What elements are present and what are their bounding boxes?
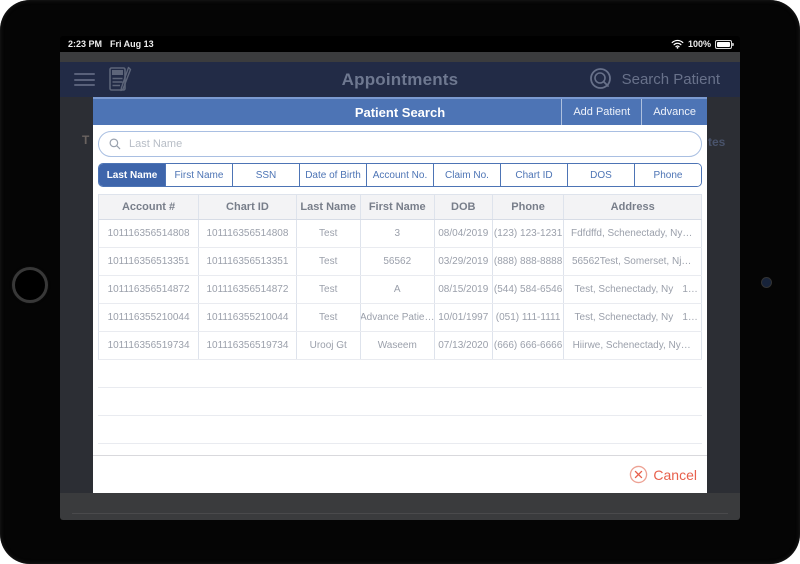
search-field[interactable]	[98, 131, 702, 157]
cell-first-name: Advance Patie…	[361, 304, 435, 331]
table-row[interactable]: 101116356513351 101116356513351 Test 565…	[98, 248, 702, 276]
dimmed-bottom-strip	[60, 493, 740, 520]
screen: 2:23 PM Fri Aug 13 100% Appointments Sea…	[60, 36, 740, 520]
ipad-frame: 2:23 PM Fri Aug 13 100% Appointments Sea…	[0, 0, 800, 564]
table-row[interactable]: 101116356519734 101116356519734 Urooj Gt…	[98, 332, 702, 360]
cell-chart-id: 101116356513351	[199, 248, 297, 275]
column-header: Phone	[493, 195, 565, 219]
patient-search-modal: Patient Search Add Patient Advance Last …	[93, 97, 707, 493]
column-header: Address	[564, 195, 702, 219]
dimmed-top-strip	[60, 52, 740, 62]
front-camera	[12, 267, 48, 303]
cell-dob: 08/04/2019	[435, 220, 493, 247]
battery-percent: 100%	[687, 39, 711, 49]
cell-account: 101116356514872	[99, 276, 200, 303]
cell-account: 101116356513351	[99, 248, 200, 275]
cell-address: Test, Schenectady, Ny 1…	[564, 276, 702, 303]
status-bar: 2:23 PM Fri Aug 13 100%	[60, 36, 740, 52]
column-header: Account #	[99, 195, 200, 219]
cell-first-name: A	[361, 276, 435, 303]
cell-last-name: Test	[297, 276, 361, 303]
cell-chart-id: 101116356514872	[199, 276, 297, 303]
tab-last-name[interactable]: Last Name	[99, 164, 165, 186]
tab-phone[interactable]: Phone	[634, 164, 701, 186]
column-header: Chart ID	[199, 195, 297, 219]
screenshot-stage: 2:23 PM Fri Aug 13 100% Appointments Sea…	[0, 0, 800, 564]
magnifier-icon	[109, 138, 121, 150]
cell-account: 101116356519734	[99, 332, 200, 359]
cell-dob: 03/29/2019	[435, 248, 493, 275]
tab-account-no[interactable]: Account No.	[366, 164, 433, 186]
status-date: Fri Aug 13	[110, 39, 154, 49]
background-fragment-right: tes	[708, 135, 726, 149]
wifi-icon	[671, 39, 684, 49]
column-header: Last Name	[297, 195, 361, 219]
cell-last-name: Test	[297, 220, 361, 247]
advance-button[interactable]: Advance	[641, 99, 707, 125]
search-input[interactable]	[127, 137, 691, 151]
tab-chart-id[interactable]: Chart ID	[500, 164, 567, 186]
cell-first-name: 56562	[361, 248, 435, 275]
cell-first-name: Waseem	[361, 332, 435, 359]
cell-dob: 08/15/2019	[435, 276, 493, 303]
modal-footer: Cancel	[93, 455, 707, 493]
cell-address: Fdfdffd, Schenectady, Ny…	[564, 220, 702, 247]
page-title: Appointments	[341, 69, 459, 89]
cancel-button[interactable]: Cancel	[629, 465, 697, 484]
cell-dob: 10/01/1997	[435, 304, 493, 331]
status-time: 2:23 PM	[68, 39, 103, 49]
empty-row	[98, 416, 702, 444]
empty-row	[98, 360, 702, 388]
cell-chart-id: 101116355210044	[199, 304, 297, 331]
circle-x-icon	[630, 465, 648, 484]
results-table: Account # Chart ID Last Name First Name …	[98, 194, 702, 444]
cell-chart-id: 101116356514808	[199, 220, 297, 247]
cell-address: 56562Test, Somerset, Nj…	[564, 248, 702, 275]
modal-header: Patient Search Add Patient Advance	[93, 97, 707, 125]
cell-last-name: Test	[297, 248, 361, 275]
table-row[interactable]: 101116355210044 101116355210044 Test Adv…	[98, 304, 702, 332]
cancel-label: Cancel	[653, 466, 697, 483]
tab-ssn[interactable]: SSN	[232, 164, 299, 186]
table-row[interactable]: 101116356514872 101116356514872 Test A 0…	[98, 276, 702, 304]
table-row[interactable]: 101116356514808 101116356514808 Test 3 0…	[98, 220, 702, 248]
battery-icon	[715, 39, 734, 49]
tab-dos[interactable]: DOS	[567, 164, 634, 186]
cell-address: Hiirwe, Schenectady, Ny…	[564, 332, 702, 359]
cell-dob: 07/13/2020	[435, 332, 493, 359]
column-header: First Name	[361, 195, 435, 219]
tab-claim-no[interactable]: Claim No.	[433, 164, 500, 186]
filter-tabs: Last Name First Name SSN Date of Birth A…	[98, 163, 702, 187]
cell-chart-id: 101116356519734	[199, 332, 297, 359]
cell-last-name: Urooj Gt	[297, 332, 361, 359]
cell-address: Test, Schenectady, Ny 1…	[564, 304, 702, 331]
column-header: DOB	[435, 195, 493, 219]
tab-date-of-birth[interactable]: Date of Birth	[299, 164, 366, 186]
cell-account: 101116355210044	[99, 304, 200, 331]
cell-phone: (666) 666-6666	[493, 332, 565, 359]
add-patient-button[interactable]: Add Patient	[561, 99, 641, 125]
nav-bar: Appointments Search Patient	[60, 62, 740, 97]
cell-phone: (888) 888-8888	[493, 248, 565, 275]
cell-first-name: 3	[361, 220, 435, 247]
cell-phone: (544) 584-6546	[493, 276, 565, 303]
tab-first-name[interactable]: First Name	[165, 164, 232, 186]
cell-last-name: Test	[297, 304, 361, 331]
cell-account: 101116356514808	[99, 220, 200, 247]
empty-row	[98, 388, 702, 416]
background-fragment-left: T	[82, 133, 90, 147]
table-header-row: Account # Chart ID Last Name First Name …	[98, 194, 702, 220]
cell-phone: (123) 123-1231	[493, 220, 565, 247]
bezel-camera-dot	[761, 277, 772, 288]
cell-phone: (051) 111-1111	[493, 304, 565, 331]
